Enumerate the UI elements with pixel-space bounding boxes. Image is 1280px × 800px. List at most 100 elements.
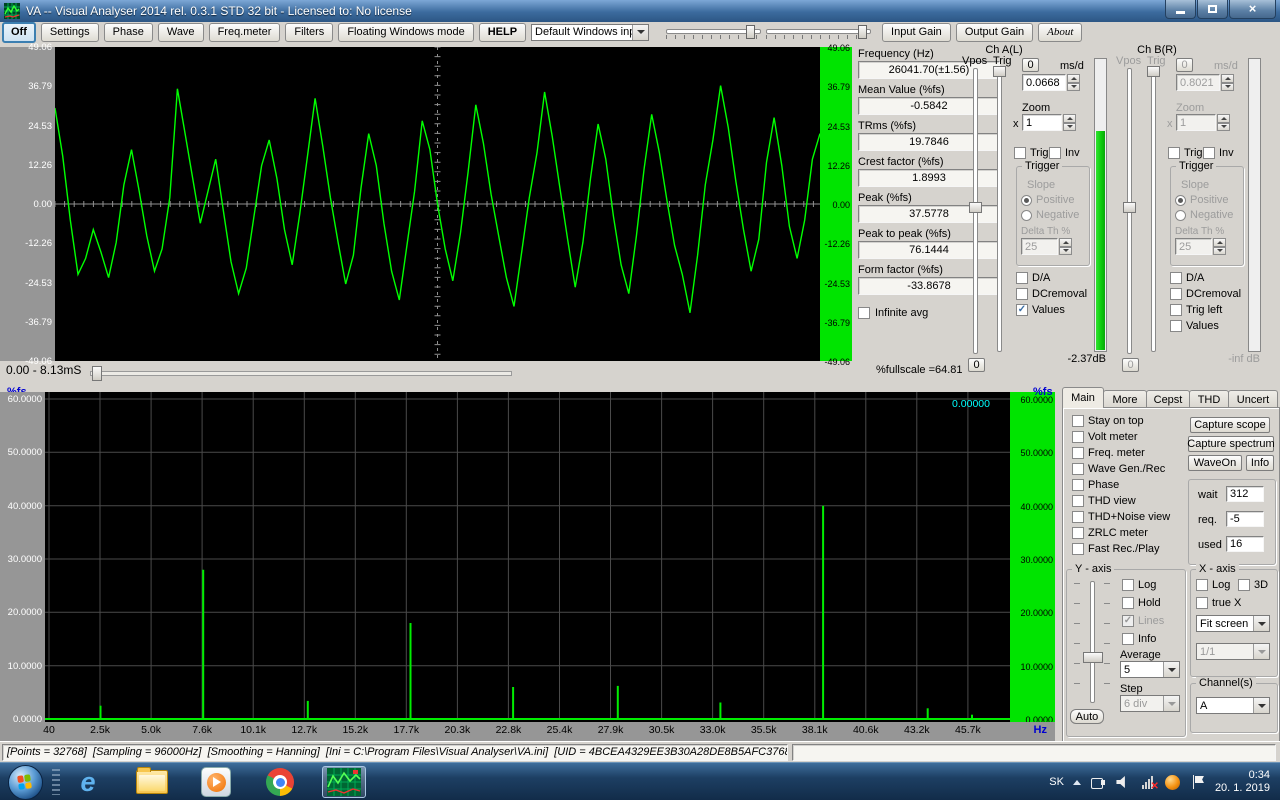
output-gain-slider-thumb[interactable] (858, 25, 867, 39)
filters-button[interactable]: Filters (285, 23, 333, 42)
off-button[interactable]: Off (2, 22, 36, 43)
freq-meter-checkbox[interactable] (1072, 447, 1084, 459)
wave-gen-checkbox[interactable] (1072, 463, 1084, 475)
phase-checkbox[interactable] (1072, 479, 1084, 491)
channel-a-trig-thumb[interactable] (993, 66, 1006, 77)
y-lines-checkbox[interactable] (1122, 615, 1134, 627)
channel-a-dcremoval-checkbox[interactable] (1016, 288, 1028, 300)
thd-noise-checkbox[interactable] (1072, 511, 1084, 523)
network-icon[interactable]: ✕ (1140, 774, 1156, 790)
wave-on-button[interactable]: WaveOn (1188, 455, 1242, 471)
fit-screen-select[interactable]: Fit screen (1196, 615, 1270, 632)
floating-windows-button[interactable]: Floating Windows mode (338, 23, 473, 42)
internet-explorer-icon[interactable]: e (66, 766, 110, 798)
y-info-checkbox[interactable] (1122, 633, 1134, 645)
thd-view-checkbox[interactable] (1072, 495, 1084, 507)
channel-a-da-checkbox[interactable] (1016, 272, 1028, 284)
channel-a-values-checkbox[interactable] (1016, 304, 1028, 316)
channel-a-deltath-spinner[interactable] (1059, 238, 1072, 255)
channel-b-deltath-spinner[interactable] (1213, 238, 1226, 255)
channel-b-trig-checkbox[interactable] (1168, 147, 1180, 159)
channel-a-positive-radio[interactable] (1021, 195, 1032, 206)
action-center-flag-icon[interactable] (1190, 774, 1206, 790)
channel-a-zoom-spinner[interactable] (1063, 114, 1076, 131)
channel-a-trig-slider[interactable] (992, 66, 1006, 352)
channel-b-negative-radio[interactable] (1175, 210, 1186, 221)
about-button[interactable]: About (1038, 23, 1082, 42)
close-button[interactable]: × (1229, 0, 1276, 19)
volt-meter-checkbox[interactable] (1072, 431, 1084, 443)
channel-a-trig-checkbox[interactable] (1014, 147, 1026, 159)
safely-remove-icon[interactable] (1090, 774, 1106, 790)
capture-spectrum-button[interactable]: Capture spectrum (1188, 436, 1274, 452)
antivirus-icon[interactable] (1165, 774, 1181, 790)
channels-select[interactable]: A (1196, 697, 1270, 714)
tab-thd[interactable]: THD (1189, 390, 1229, 408)
channel-b-zoom-input[interactable]: 1 (1176, 114, 1216, 131)
channel-a-vpos-slider[interactable] (968, 68, 982, 354)
x-truex-checkbox[interactable] (1196, 597, 1208, 609)
y-axis-slider[interactable] (1085, 581, 1099, 703)
ratio-select[interactable]: 1/1 (1196, 643, 1270, 660)
input-gain-button[interactable]: Input Gain (882, 23, 951, 42)
file-explorer-icon[interactable] (130, 766, 174, 798)
help-button[interactable]: HELP (479, 23, 526, 42)
y-log-checkbox[interactable] (1122, 579, 1134, 591)
tab-uncert[interactable]: Uncert (1228, 390, 1278, 408)
channel-b-positive-radio[interactable] (1175, 195, 1186, 206)
y-auto-button[interactable]: Auto (1070, 709, 1104, 724)
tab-main[interactable]: Main (1062, 387, 1104, 408)
media-player-icon[interactable] (194, 766, 238, 798)
channel-b-dcremoval-checkbox[interactable] (1170, 288, 1182, 300)
freq-meter-button[interactable]: Freq.meter (209, 23, 281, 42)
capture-scope-button[interactable]: Capture scope (1190, 417, 1270, 433)
channel-a-timediv-spinner[interactable] (1067, 74, 1080, 91)
channel-b-vpos-thumb[interactable] (1123, 202, 1136, 213)
input-gain-slider-thumb[interactable] (746, 25, 755, 39)
req-value[interactable]: -5 (1226, 511, 1264, 527)
channel-b-zoom-spinner[interactable] (1217, 114, 1230, 131)
used-value[interactable]: 16 (1226, 536, 1264, 552)
channel-b-deltath-input[interactable]: 25 (1175, 238, 1212, 255)
channel-a-negative-radio[interactable] (1021, 210, 1032, 221)
dropdown-arrow-icon[interactable] (1253, 616, 1269, 631)
clock[interactable]: 0:34 20. 1. 2019 (1215, 769, 1276, 795)
chrome-icon[interactable] (258, 766, 302, 798)
y-hold-checkbox[interactable] (1122, 597, 1134, 609)
infinite-avg-checkbox[interactable] (858, 307, 870, 319)
channel-a-inv-checkbox[interactable] (1049, 147, 1061, 159)
channel-b-timediv-spinner[interactable] (1221, 74, 1234, 91)
channel-b-vpos-zero-button[interactable]: 0 (1122, 358, 1139, 372)
fast-rec-checkbox[interactable] (1072, 543, 1084, 555)
channel-b-timediv-input[interactable]: 0.8021 (1176, 74, 1220, 91)
channel-a-deltath-input[interactable]: 25 (1021, 238, 1058, 255)
output-gain-button[interactable]: Output Gain (956, 23, 1033, 42)
channel-a-vpos-zero-button[interactable]: 0 (968, 358, 985, 372)
channel-b-trig-slider[interactable] (1146, 66, 1160, 352)
average-select[interactable]: 5 (1120, 661, 1180, 678)
channel-b-inv-checkbox[interactable] (1203, 147, 1215, 159)
zrlc-checkbox[interactable] (1072, 527, 1084, 539)
scope-scrollbar[interactable] (90, 366, 510, 379)
x-log-checkbox[interactable] (1196, 579, 1208, 591)
stay-on-top-checkbox[interactable] (1072, 415, 1084, 427)
settings-button[interactable]: Settings (41, 23, 99, 42)
wait-value[interactable]: 312 (1226, 486, 1264, 502)
start-button[interactable] (8, 765, 43, 800)
channel-a-timediv-input[interactable]: 0.0668 (1022, 74, 1066, 91)
channel-b-values-checkbox[interactable] (1170, 320, 1182, 332)
tab-cepst[interactable]: Cepst (1146, 390, 1190, 408)
y-axis-slider-thumb[interactable] (1083, 652, 1103, 663)
step-select[interactable]: 6 div (1120, 695, 1180, 712)
visual-analyser-task-button[interactable] (322, 766, 366, 798)
tray-expand-icon[interactable] (1073, 780, 1081, 785)
maximize-button[interactable] (1197, 0, 1228, 19)
channel-b-trigleft-checkbox[interactable] (1170, 304, 1182, 316)
language-indicator[interactable]: SK (1049, 776, 1064, 788)
channel-b-zero-button[interactable]: 0 (1176, 58, 1193, 72)
info-button[interactable]: Info (1246, 455, 1274, 471)
wave-button[interactable]: Wave (158, 23, 204, 42)
channel-a-vpos-thumb[interactable] (969, 202, 982, 213)
input-device-select[interactable]: Default Windows inp (531, 24, 649, 41)
tab-more[interactable]: More (1103, 390, 1147, 408)
